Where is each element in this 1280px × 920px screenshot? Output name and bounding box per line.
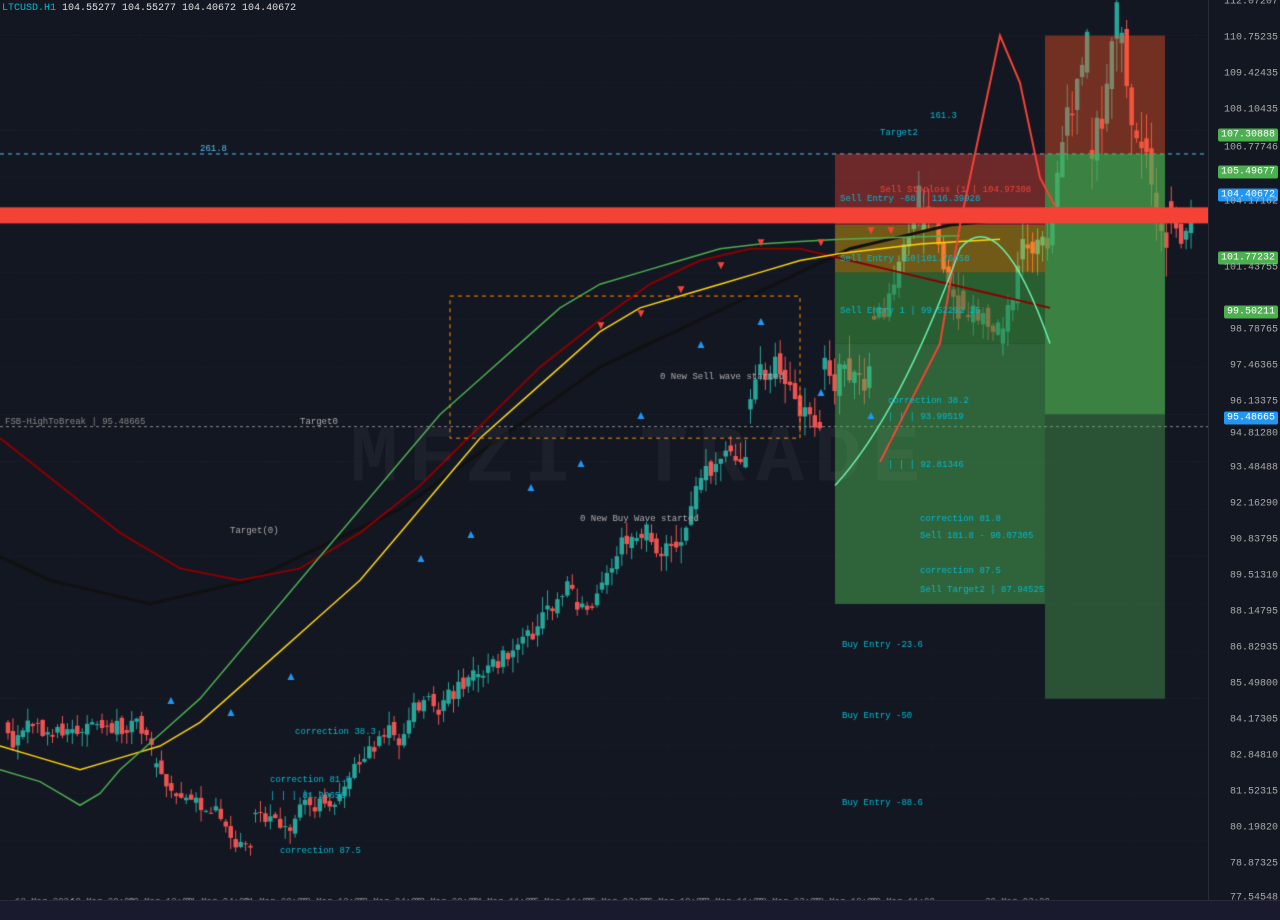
price-label: 95.48665 <box>1224 412 1278 425</box>
price-label: 107.30888 <box>1218 129 1278 142</box>
bottom-bar <box>0 900 1280 920</box>
price-label: 81.52315 <box>1230 787 1278 798</box>
price-label: 105.49677 <box>1218 166 1278 179</box>
price-label: 99.50211 <box>1224 306 1278 319</box>
price-label: 93.48488 <box>1230 463 1278 474</box>
price-label: 94.81280 <box>1230 429 1278 440</box>
price-label: 98.78765 <box>1230 325 1278 336</box>
price-label: 80.19820 <box>1230 823 1278 834</box>
price-label: 92.16290 <box>1230 499 1278 510</box>
price-label: 82.84810 <box>1230 751 1278 762</box>
price-label: 78.87325 <box>1230 859 1278 870</box>
price-label: 112.07207 <box>1224 0 1278 8</box>
price-label: 109.42435 <box>1224 69 1278 80</box>
price-label: 101.43755 <box>1224 263 1278 274</box>
price-label: 106.77746 <box>1224 143 1278 154</box>
price-label: 88.14795 <box>1230 607 1278 618</box>
price-scale: 112.07207 110.75235 109.42435 108.10435 107.… <box>1208 0 1280 920</box>
chart-container: LTCUSD.H1 104.55277 104.55277 104.40672 … <box>0 0 1280 920</box>
price-label: 90.83795 <box>1230 535 1278 546</box>
chart-canvas <box>0 0 1280 920</box>
price-label: 85.49800 <box>1230 679 1278 690</box>
price-label: 96.13375 <box>1230 397 1278 408</box>
price-label: 110.75235 <box>1224 33 1278 44</box>
price-label: 86.82935 <box>1230 643 1278 654</box>
price-label: 104.17162 <box>1224 197 1278 208</box>
price-label: 97.46365 <box>1230 361 1278 372</box>
price-label: 89.51310 <box>1230 571 1278 582</box>
price-label: 84.17305 <box>1230 715 1278 726</box>
price-label: 108.10435 <box>1224 105 1278 116</box>
